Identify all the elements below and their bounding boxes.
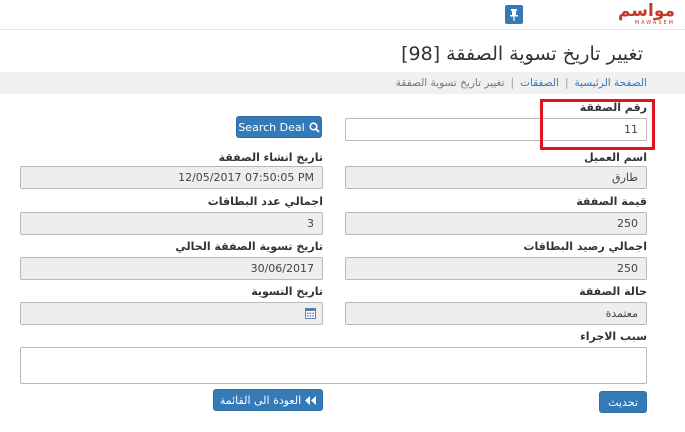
client-name-label: اسم العميل	[584, 151, 647, 164]
breadcrumb-home-link[interactable]: الصفحة الرئيسية	[575, 77, 647, 89]
deal-status-label: حالة الصفقة	[579, 285, 647, 298]
settlement-date-input[interactable]	[20, 302, 323, 325]
breadcrumb-separator: |	[510, 77, 515, 89]
reason-label: سبب الاجراء	[580, 330, 647, 343]
calendar-icon[interactable]	[305, 308, 316, 319]
current-settlement-label: تاريخ تسوية الصفقة الحالي	[175, 240, 323, 253]
breadcrumb: الصفحة الرئيسية | الصفقات | تغيير تاريخ تسوي…	[0, 72, 685, 94]
search-icon	[309, 121, 320, 133]
reason-textarea[interactable]	[20, 347, 647, 384]
page-title: تغيير تاريخ تسوية الصفقة [98]	[401, 43, 643, 65]
back-to-list-label: العودة الى القائمة	[219, 393, 302, 407]
total-balance-field: 250	[345, 257, 647, 280]
app-logo[interactable]: مواسم MAWASEM	[605, 2, 675, 26]
update-button[interactable]: تحديث	[599, 391, 647, 413]
search-deal-label: Search Deal	[238, 120, 305, 134]
settlement-date-label: تاريخ التسوية	[251, 285, 323, 298]
highlight-box	[540, 99, 655, 150]
pin-icon	[510, 8, 518, 21]
total-cards-field: 3	[20, 212, 323, 235]
update-button-label: تحديث	[608, 395, 638, 409]
back-to-list-button[interactable]: العودة الى القائمة	[213, 389, 323, 411]
created-date-label: تاريخ انشاء الصفقة	[218, 151, 323, 164]
top-bar: مواسم MAWASEM	[0, 0, 685, 30]
breadcrumb-deals-link[interactable]: الصفقات	[520, 77, 559, 89]
logo-text: مواسم	[617, 1, 675, 21]
deal-status-field: معتمدة	[345, 302, 647, 325]
double-chevron-left-icon	[305, 395, 317, 405]
current-settlement-field: 30/06/2017	[20, 257, 323, 280]
pin-button[interactable]	[505, 5, 523, 24]
search-deal-button[interactable]: Search Deal	[236, 116, 322, 138]
client-name-field: طارق	[345, 166, 647, 189]
created-date-field: 12/05/2017 07:50:05 PM	[20, 166, 323, 189]
deal-value-field: 250	[345, 212, 647, 235]
total-cards-label: اجمالي عدد البطاقات	[207, 195, 323, 208]
total-balance-label: اجمالي رصيد البطاقات	[523, 240, 647, 253]
breadcrumb-current: تغيير تاريخ تسوية الصفقة	[395, 77, 505, 89]
logo-subtext: MAWASEM	[634, 20, 675, 26]
deal-value-label: قيمة الصفقة	[576, 195, 647, 208]
breadcrumb-separator: |	[565, 77, 569, 89]
